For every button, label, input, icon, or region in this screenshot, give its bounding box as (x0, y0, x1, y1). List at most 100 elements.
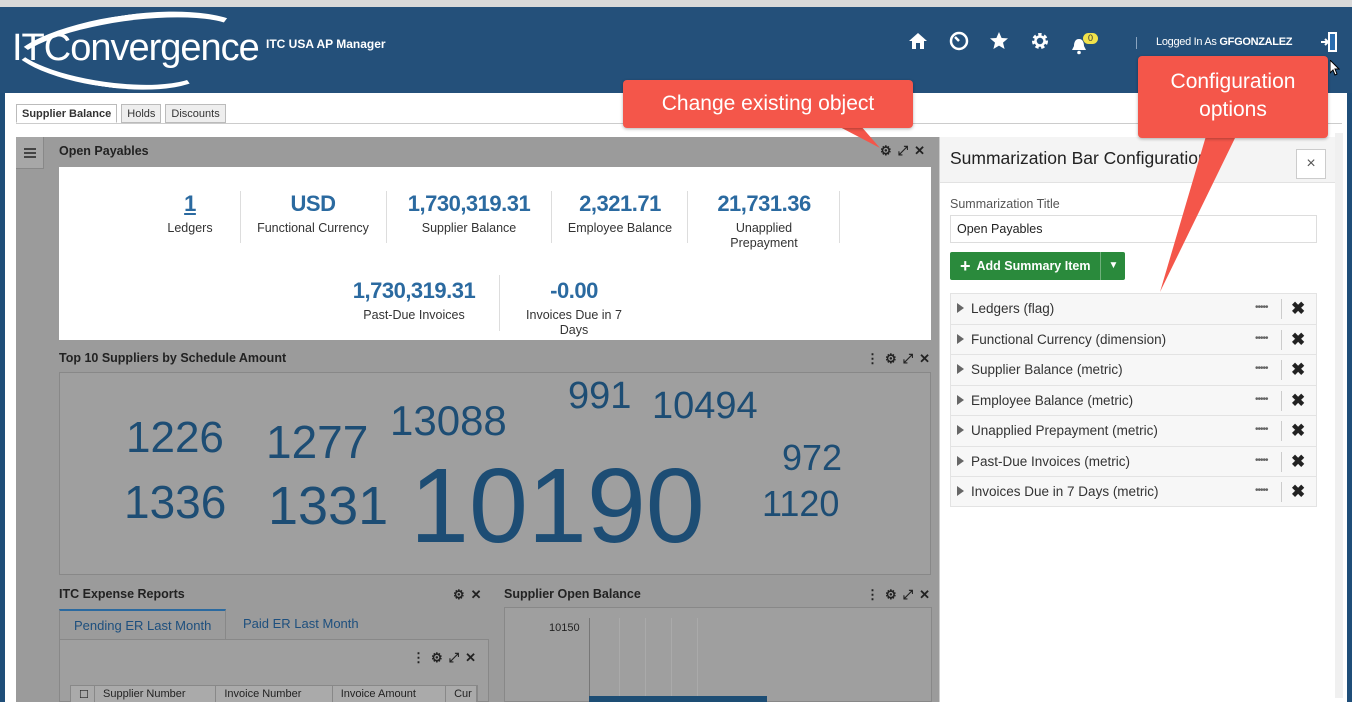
expand-triangle-icon[interactable] (957, 303, 964, 313)
panel-settings-icon[interactable]: ⚙ (431, 650, 443, 666)
summary-item[interactable]: Ledgers (flag) ••••• ✖ (950, 293, 1317, 324)
delete-item-icon[interactable]: ✖ (1291, 482, 1305, 502)
summary-item[interactable]: Employee Balance (metric) ••••• ✖ (950, 384, 1317, 415)
item-separator (1281, 360, 1282, 380)
drag-handle-icon[interactable]: ••••• (1255, 424, 1268, 435)
vertical-scrollbar[interactable] (1335, 133, 1343, 698)
column-header[interactable]: Supplier Number (95, 686, 217, 702)
panel-close-icon[interactable]: ✕ (919, 351, 930, 367)
column-header[interactable]: Invoice Number (216, 686, 333, 702)
panel-close-icon[interactable]: ✕ (471, 587, 482, 603)
summary-item[interactable]: Invoices Due in 7 Days (metric) ••••• ✖ (950, 476, 1317, 507)
er-table-tools: ⋮ ⚙ ⤢ ✕ (412, 650, 476, 666)
metric-value[interactable]: 1 (155, 191, 225, 217)
summary-item[interactable]: Functional Currency (dimension) ••••• ✖ (950, 323, 1317, 354)
drag-handle-icon[interactable]: ••••• (1255, 363, 1268, 374)
tab-holds[interactable]: Holds (121, 104, 162, 123)
panel-settings-icon[interactable]: ⚙ (880, 143, 892, 159)
panel-close-icon[interactable]: ✕ (919, 587, 930, 603)
panel-more-icon[interactable]: ⋮ (866, 351, 879, 367)
panel-settings-icon[interactable]: ⚙ (885, 587, 897, 603)
panel-settings-icon[interactable]: ⚙ (453, 587, 465, 603)
callout-config-options: Configuration options (1138, 56, 1328, 138)
cloud-number[interactable]: 991 (568, 375, 631, 418)
grid-line (697, 618, 698, 702)
open-balance-tools: ⋮ ⚙ ⤢ ✕ (866, 587, 930, 603)
delete-item-icon[interactable]: ✖ (1291, 330, 1305, 350)
expand-triangle-icon[interactable] (957, 425, 964, 435)
delete-item-icon[interactable]: ✖ (1291, 299, 1305, 319)
drag-handle-icon[interactable]: ••••• (1255, 333, 1268, 344)
column-header[interactable]: Cur (446, 686, 477, 702)
home-icon[interactable] (907, 31, 929, 53)
tab-pending-er[interactable]: Pending ER Last Month (59, 609, 227, 640)
metric-separator (839, 191, 840, 243)
metric-label: Invoices Due in 7 Days (526, 308, 622, 337)
tab-paid-er[interactable]: Paid ER Last Month (229, 609, 373, 638)
summary-item[interactable]: Supplier Balance (metric) ••••• ✖ (950, 354, 1317, 385)
config-close-button[interactable]: × (1296, 149, 1326, 179)
summarization-title-input[interactable] (950, 215, 1317, 243)
column-header[interactable]: Invoice Amount (333, 686, 447, 702)
panel-settings-icon[interactable]: ⚙ (885, 351, 897, 367)
summary-item[interactable]: Unapplied Prepayment (metric) ••••• ✖ (950, 415, 1317, 446)
panel-expand-icon[interactable]: ⤢ (903, 587, 913, 603)
dropdown-caret-icon[interactable]: ▼ (1100, 252, 1125, 280)
drag-handle-icon[interactable]: ••••• (1255, 485, 1268, 496)
menu-hamburger-icon[interactable] (16, 137, 44, 169)
favorites-star-icon[interactable] (988, 31, 1010, 53)
delete-item-icon[interactable]: ✖ (1291, 421, 1305, 441)
metric-supplier-balance: 1,730,319.31 Supplier Balance (394, 191, 544, 236)
panel-expand-icon[interactable]: ⤢ (449, 650, 459, 666)
summary-item-label: Functional Currency (dimension) (971, 331, 1167, 347)
cloud-number[interactable]: 1336 (124, 475, 226, 529)
expand-triangle-icon[interactable] (957, 455, 964, 466)
delete-item-icon[interactable]: ✖ (1291, 360, 1305, 380)
select-all-checkbox[interactable]: ☐ (71, 686, 95, 702)
delete-item-icon[interactable]: ✖ (1291, 452, 1305, 472)
balance-bar[interactable] (589, 696, 767, 702)
metric-unapplied-prepayment: 21,731.36 Unapplied Prepayment (699, 191, 829, 251)
panel-expand-icon[interactable]: ⤢ (903, 351, 913, 367)
metric-employee-balance: 2,321.71 Employee Balance (558, 191, 682, 236)
drag-handle-icon[interactable]: ••••• (1255, 455, 1268, 466)
cloud-number[interactable]: 10190 (410, 451, 705, 561)
drag-handle-icon[interactable]: ••••• (1255, 302, 1268, 313)
supplier-open-balance-chart: 10150 (504, 607, 932, 702)
cloud-number[interactable]: 1120 (762, 483, 839, 525)
cloud-number[interactable]: 1226 (126, 413, 224, 463)
sign-out-icon[interactable] (1320, 31, 1338, 53)
drag-handle-icon[interactable]: ••••• (1255, 394, 1268, 405)
metric-value: USD (290, 191, 336, 216)
company-logo[interactable]: ITConvergence (4, 0, 260, 104)
expand-triangle-icon[interactable] (957, 364, 964, 374)
summary-item[interactable]: Past-Due Invoices (metric) ••••• ✖ (950, 445, 1317, 476)
cloud-number[interactable]: 1331 (268, 475, 388, 537)
settings-gear-icon[interactable] (1029, 31, 1051, 53)
expand-triangle-icon[interactable] (957, 394, 964, 405)
callout-change-object: Change existing object (623, 80, 913, 128)
panel-more-icon[interactable]: ⋮ (412, 650, 425, 666)
metric-label: Unapplied Prepayment (730, 221, 798, 250)
cloud-number[interactable]: 13088 (390, 397, 507, 445)
cloud-number[interactable]: 972 (782, 437, 842, 479)
metric-ledgers: 1 Ledgers (155, 191, 225, 236)
cloud-number[interactable]: 1277 (266, 415, 368, 469)
metric-separator (687, 191, 688, 243)
panel-close-icon[interactable]: ✕ (914, 143, 925, 159)
dashboard-gauge-icon[interactable] (948, 31, 970, 53)
tab-supplier-balance[interactable]: Supplier Balance (16, 104, 118, 123)
delete-item-icon[interactable]: ✖ (1291, 391, 1305, 411)
tab-discounts[interactable]: Discounts (165, 104, 226, 123)
add-summary-item-button[interactable]: + Add Summary Item ▼ (950, 252, 1126, 280)
cloud-number[interactable]: 10494 (652, 385, 758, 428)
panel-more-icon[interactable]: ⋮ (866, 587, 879, 603)
metric-separator (240, 191, 241, 243)
metric-label: Past-Due Invoices (363, 308, 465, 322)
panel-expand-icon[interactable]: ⤢ (898, 143, 908, 159)
expand-triangle-icon[interactable] (957, 486, 964, 496)
metric-value: -0.00 (550, 278, 598, 303)
expand-triangle-icon[interactable] (957, 333, 964, 344)
config-header: Summarization Bar Configuration × (940, 137, 1343, 183)
panel-close-icon[interactable]: ✕ (465, 650, 476, 666)
